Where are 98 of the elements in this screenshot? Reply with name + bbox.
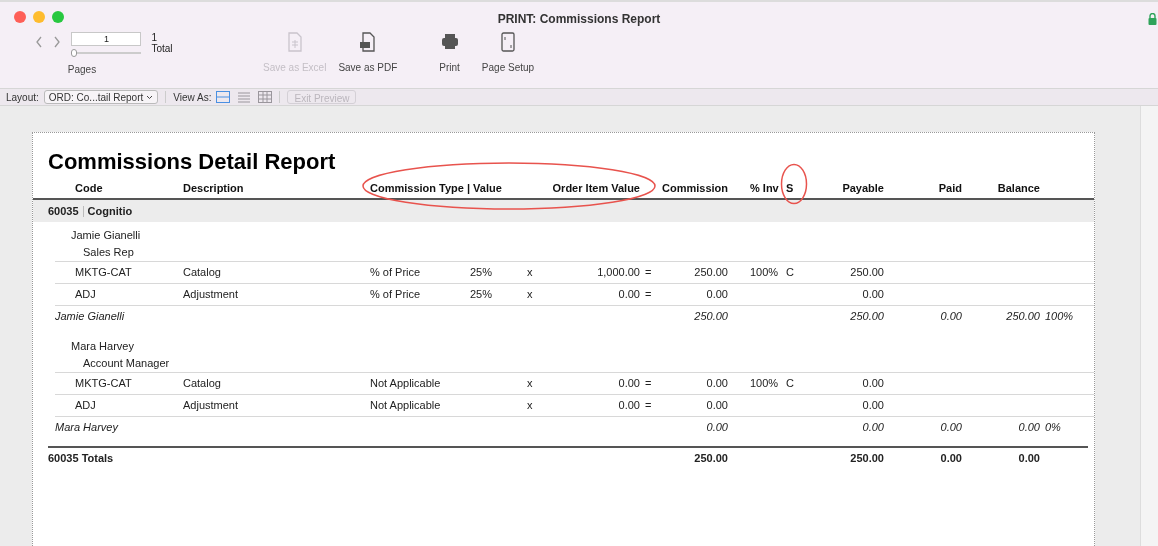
rep-name: Mara Harvey xyxy=(71,339,134,355)
commission-type: % of Price xyxy=(370,265,422,281)
commission-type: Not Applicable xyxy=(370,398,442,414)
commission-amount: 0.00 xyxy=(705,376,728,392)
lock-icon xyxy=(1148,13,1157,25)
caret-icon xyxy=(146,94,154,100)
commission-amount: 250.00 xyxy=(693,265,728,281)
totals-paid: 0.00 xyxy=(939,450,962,466)
item-code: MKTG-CAT xyxy=(75,265,133,281)
totals-balance: 0.00 xyxy=(1017,450,1040,466)
page-total-label: Total xyxy=(151,43,173,54)
equals-sign: = xyxy=(644,376,653,392)
multiply-sign: x xyxy=(526,287,534,303)
zoom-button[interactable] xyxy=(52,11,64,23)
window-title: PRINT: Commissions Report xyxy=(497,11,661,28)
pages-label: Pages xyxy=(67,63,97,77)
column-header: Order Item Value xyxy=(551,180,640,196)
rep-role: Sales Rep xyxy=(83,245,134,261)
chevron-right-icon[interactable] xyxy=(53,36,62,48)
commission-value: 25% xyxy=(470,266,493,279)
rep-name: Jamie Gianelli xyxy=(71,228,141,244)
order-item-value: 0.00 xyxy=(617,398,640,414)
group-name: Cognitio xyxy=(87,203,133,219)
payable-amount: 0.00 xyxy=(861,398,884,414)
view-as-label: View As: xyxy=(173,90,212,105)
printer-icon xyxy=(440,32,459,52)
highlight-ellipse xyxy=(780,163,808,205)
layout-dropdown[interactable]: ORD: Co...tail Report xyxy=(43,90,159,104)
layout-label: Layout: xyxy=(6,90,39,105)
column-header: Code xyxy=(75,180,104,196)
multiply-sign: x xyxy=(526,265,534,281)
toolbar-action-button[interactable]: Save as PDF xyxy=(333,32,403,75)
toolbar-action-button[interactable]: Page Setup xyxy=(476,32,540,75)
multiply-sign: x xyxy=(526,376,534,392)
report-title: Commissions Detail Report xyxy=(48,149,336,174)
totals-commission: 250.00 xyxy=(693,450,728,466)
payable-amount: 0.00 xyxy=(861,376,884,392)
multiply-sign: x xyxy=(526,398,534,414)
payable-amount: 250.00 xyxy=(849,265,884,281)
commission-value: 25% xyxy=(470,288,493,301)
percent-invoiced: 100% xyxy=(750,266,779,279)
column-header: Balance xyxy=(996,180,1040,196)
subtotal-name: Jamie Gianelli xyxy=(55,309,126,325)
commission-type: % of Price xyxy=(370,287,422,303)
subtotal-payable: 0.00 xyxy=(861,420,884,436)
commission-amount: 0.00 xyxy=(705,398,728,414)
page-icon xyxy=(499,32,517,52)
item-description: Catalog xyxy=(183,376,222,392)
form-view-icon[interactable] xyxy=(216,91,231,103)
equals-sign: = xyxy=(644,287,653,303)
page-total-count: 1 xyxy=(151,32,158,43)
item-code: ADJ xyxy=(75,287,97,303)
payable-amount: 0.00 xyxy=(861,287,884,303)
item-description: Adjustment xyxy=(183,398,240,414)
subtotal-balance: 0.00 xyxy=(1017,420,1040,436)
column-header: Paid xyxy=(937,180,962,196)
commission-type: Not Applicable xyxy=(370,376,442,392)
page-number-field[interactable]: 1 xyxy=(71,32,142,46)
item-code: ADJ xyxy=(75,398,97,414)
slider-thumb[interactable] xyxy=(71,49,78,57)
close-button[interactable] xyxy=(14,11,26,23)
order-item-value: 0.00 xyxy=(617,287,640,303)
status-code: C xyxy=(786,266,794,279)
spreadsheet-file-icon xyxy=(285,32,304,52)
subtotal-commission: 250.00 xyxy=(693,309,728,325)
rep-role: Account Manager xyxy=(83,356,170,372)
item-code: MKTG-CAT xyxy=(75,376,133,392)
totals-payable: 250.00 xyxy=(849,450,884,466)
document-export-icon xyxy=(358,32,377,52)
column-header: Description xyxy=(183,180,245,196)
table-view-icon[interactable] xyxy=(258,91,273,103)
subtotal-name: Mara Harvey xyxy=(55,420,120,436)
subtotal-paid: 0.00 xyxy=(939,420,962,436)
subtotal-percent: 0% xyxy=(1044,420,1062,436)
subtotal-payable: 250.00 xyxy=(849,309,884,325)
list-view-icon[interactable] xyxy=(237,91,252,103)
order-item-value: 1,000.00 xyxy=(596,265,640,281)
subtotal-commission: 0.00 xyxy=(705,420,728,436)
group-code: 60035 xyxy=(48,203,79,219)
subtotal-paid: 0.00 xyxy=(939,309,962,325)
item-description: Adjustment xyxy=(183,287,240,303)
chevron-left-icon[interactable] xyxy=(35,36,44,48)
column-header: Commission Type | Value xyxy=(370,180,503,196)
toolbar-action-button[interactable]: Print xyxy=(434,32,465,75)
column-header: Payable xyxy=(841,180,884,196)
column-header: % Inv xyxy=(750,180,780,196)
item-description: Catalog xyxy=(183,265,222,281)
equals-sign: = xyxy=(644,398,653,414)
order-item-value: 0.00 xyxy=(617,376,640,392)
status-code: C xyxy=(786,377,794,390)
percent-invoiced: 100% xyxy=(750,377,779,390)
commission-amount: 0.00 xyxy=(705,287,728,303)
totals-label: 60035 Totals xyxy=(48,450,115,466)
subtotal-balance: 250.00 xyxy=(1005,309,1040,325)
column-header: Commission xyxy=(661,180,728,196)
equals-sign: = xyxy=(644,265,653,281)
minimize-button[interactable] xyxy=(33,11,45,23)
column-header: S xyxy=(785,180,795,196)
